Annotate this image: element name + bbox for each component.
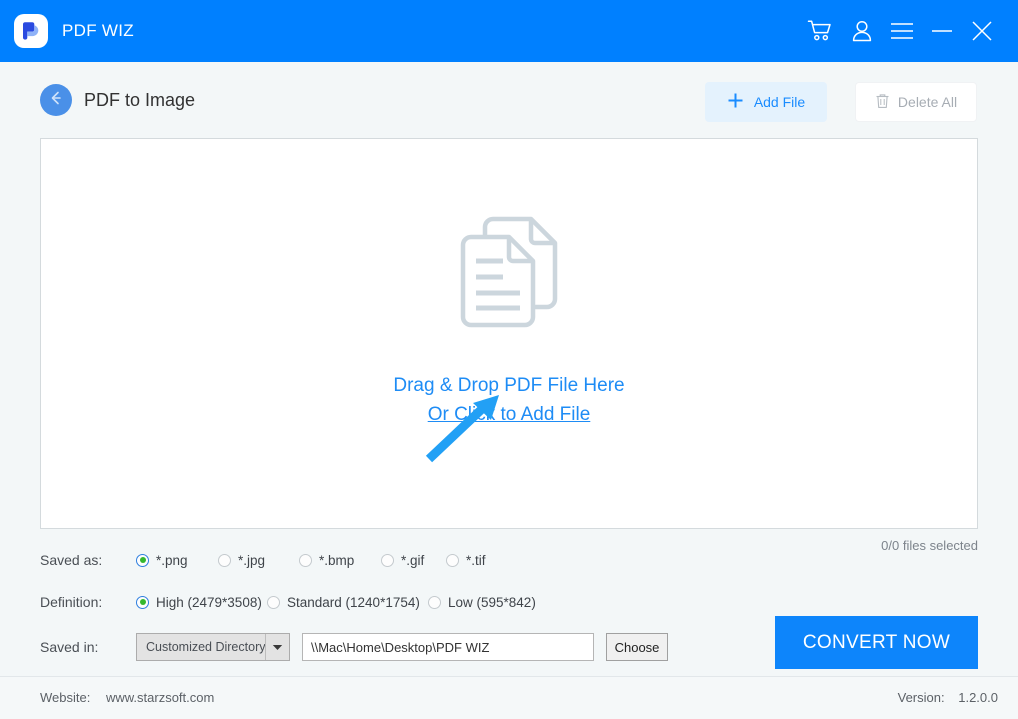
website-label: Website: [40,690,90,705]
chevron-down-icon [265,634,289,660]
menu-icon[interactable] [882,0,922,62]
title-bar: PDF WIZ [0,0,1018,62]
radio-icon [299,554,312,567]
definition-option-label: Standard (1240*1754) [287,595,420,610]
directory-mode-value: Customized Directory [137,640,265,654]
close-icon[interactable] [962,0,1002,62]
choose-folder-button[interactable]: Choose [606,633,668,661]
trash-icon [875,93,890,112]
saved-as-label: Saved as: [40,552,136,568]
version-value: 1.2.0.0 [958,690,998,705]
format-option-gif[interactable]: *.gif [381,553,446,568]
dropzone-add-file-link[interactable]: Or Click to Add File [41,400,977,429]
format-option-label: *.tif [466,553,486,568]
account-icon[interactable] [842,0,882,62]
cart-icon[interactable] [800,0,840,62]
plus-icon [727,92,744,112]
page-title: PDF to Image [84,90,195,111]
radio-icon [381,554,394,567]
radio-icon [446,554,459,567]
definition-option-low[interactable]: Low (595*842) [428,595,536,610]
brand: PDF WIZ [14,14,134,48]
definition-option-label: High (2479*3508) [156,595,262,610]
saved-in-label: Saved in: [40,639,136,655]
delete-all-button[interactable]: Delete All [855,82,977,122]
format-option-bmp[interactable]: *.bmp [299,553,381,568]
format-option-png[interactable]: *.png [136,553,218,568]
footer: Website: www.starzsoft.com Version: 1.2.… [0,676,1018,719]
dropzone-line-1: Drag & Drop PDF File Here [41,371,977,400]
format-option-label: *.jpg [238,553,265,568]
window-controls [800,0,1018,62]
saved-as-row: Saved as: *.png *.jpg *.bmp *.gif *.tif [40,549,486,571]
back-arrow-icon [48,90,64,111]
saved-in-row: Saved in: Customized Directory Choose [40,632,668,662]
website-url[interactable]: www.starzsoft.com [106,690,214,705]
pdf-wiz-logo-icon [14,14,48,48]
add-file-button[interactable]: Add File [705,82,827,122]
definition-row: Definition: High (2479*3508) Standard (1… [40,591,536,613]
output-path-input[interactable] [302,633,594,661]
definition-option-standard[interactable]: Standard (1240*1754) [267,595,428,610]
dropzone-text: Drag & Drop PDF File Here Or Click to Ad… [41,371,977,429]
footer-version: Version: 1.2.0.0 [898,690,998,705]
radio-icon [267,596,280,609]
pdf-wiz-window: PDF WIZ [0,0,1018,719]
documents-icon [445,207,573,340]
radio-icon [136,554,149,567]
definition-option-high[interactable]: High (2479*3508) [136,595,267,610]
format-option-label: *.gif [401,553,424,568]
radio-icon [136,596,149,609]
version-label: Version: [898,690,945,705]
app-title: PDF WIZ [62,21,134,41]
radio-icon [218,554,231,567]
format-option-tif[interactable]: *.tif [446,553,486,568]
format-option-label: *.png [156,553,188,568]
radio-icon [428,596,441,609]
add-file-label: Add File [754,94,805,110]
page-header: PDF to Image Add File Delete A [0,62,1018,138]
footer-website: Website: www.starzsoft.com [40,690,214,705]
format-option-label: *.bmp [319,553,354,568]
back-button[interactable] [40,84,72,116]
format-option-jpg[interactable]: *.jpg [218,553,299,568]
files-selected-status: 0/0 files selected [881,538,978,553]
directory-mode-select[interactable]: Customized Directory [136,633,290,661]
convert-now-button[interactable]: CONVERT NOW [775,616,978,669]
definition-option-label: Low (595*842) [448,595,536,610]
minimize-icon[interactable] [922,0,962,62]
delete-all-label: Delete All [898,94,957,110]
file-dropzone[interactable]: Drag & Drop PDF File Here Or Click to Ad… [40,138,978,529]
definition-label: Definition: [40,594,136,610]
